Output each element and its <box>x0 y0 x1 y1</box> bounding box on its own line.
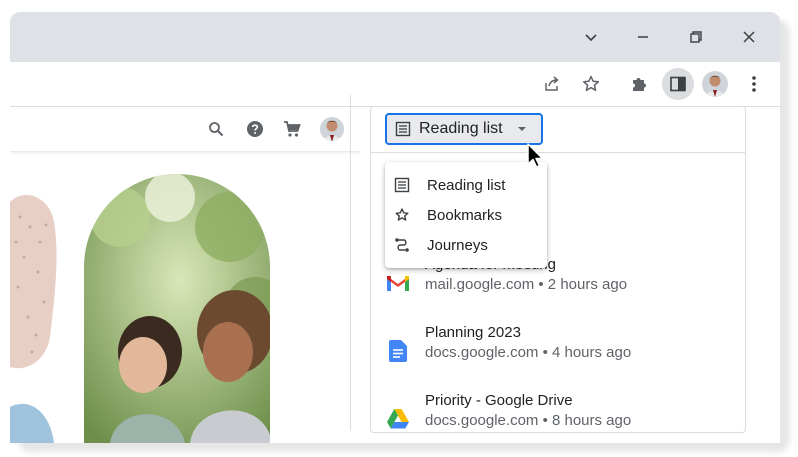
reading-list-icon <box>395 121 411 137</box>
mouse-cursor-icon <box>526 143 546 169</box>
menu-item-journeys[interactable]: Journeys <box>385 230 547 260</box>
menu-item-bookmarks[interactable]: Bookmarks <box>385 200 547 230</box>
more-menu-icon[interactable] <box>740 70 768 98</box>
tab-search-icon[interactable] <box>578 24 604 50</box>
bookmark-star-icon[interactable] <box>577 70 605 98</box>
page-header-bar <box>10 107 360 152</box>
journeys-icon <box>393 236 411 254</box>
menu-item-label: Reading list <box>427 176 506 194</box>
item-subtitle: mail.google.com • 2 hours ago <box>425 276 628 293</box>
browser-toolbar <box>10 62 780 107</box>
hero-illustration <box>10 174 270 443</box>
google-drive-icon <box>385 406 411 432</box>
reading-list-icon <box>393 176 411 194</box>
web-content <box>10 107 360 443</box>
close-icon[interactable] <box>736 24 762 50</box>
reading-list-item[interactable]: Priority - Google Drive docs.google.com … <box>385 392 745 442</box>
menu-item-label: Bookmarks <box>427 206 503 224</box>
gmail-icon <box>385 270 411 296</box>
cart-icon[interactable] <box>280 117 304 141</box>
share-icon[interactable] <box>538 70 566 98</box>
panel-type-label: Reading list <box>419 120 503 137</box>
reading-list-item[interactable]: Planning 2023 docs.google.com • 4 hours … <box>385 324 745 374</box>
title-bar <box>10 12 780 62</box>
dropdown-arrow-icon <box>517 126 527 132</box>
menu-item-reading-list[interactable]: Reading list <box>385 170 547 200</box>
panel-type-dropdown[interactable]: Reading list <box>385 113 543 145</box>
star-icon <box>393 206 411 224</box>
panel-type-menu: Reading list Bookmarks Journeys <box>385 162 547 268</box>
side-panel-header: Reading list <box>371 107 745 153</box>
minimize-icon[interactable] <box>630 24 656 50</box>
item-subtitle: docs.google.com • 8 hours ago <box>425 412 632 429</box>
restore-icon[interactable] <box>683 24 709 50</box>
profile-avatar[interactable] <box>701 70 729 98</box>
extensions-icon[interactable] <box>625 70 653 98</box>
item-title: Planning 2023 <box>425 324 521 341</box>
side-panel-icon[interactable] <box>662 68 694 100</box>
search-icon[interactable] <box>204 117 228 141</box>
menu-item-label: Journeys <box>427 236 488 254</box>
item-subtitle: docs.google.com • 4 hours ago <box>425 344 632 361</box>
help-icon[interactable] <box>243 117 267 141</box>
item-title: Priority - Google Drive <box>425 392 573 409</box>
google-docs-icon <box>385 338 411 364</box>
profile-avatar[interactable] <box>319 116 345 142</box>
side-panel-divider <box>350 95 351 431</box>
